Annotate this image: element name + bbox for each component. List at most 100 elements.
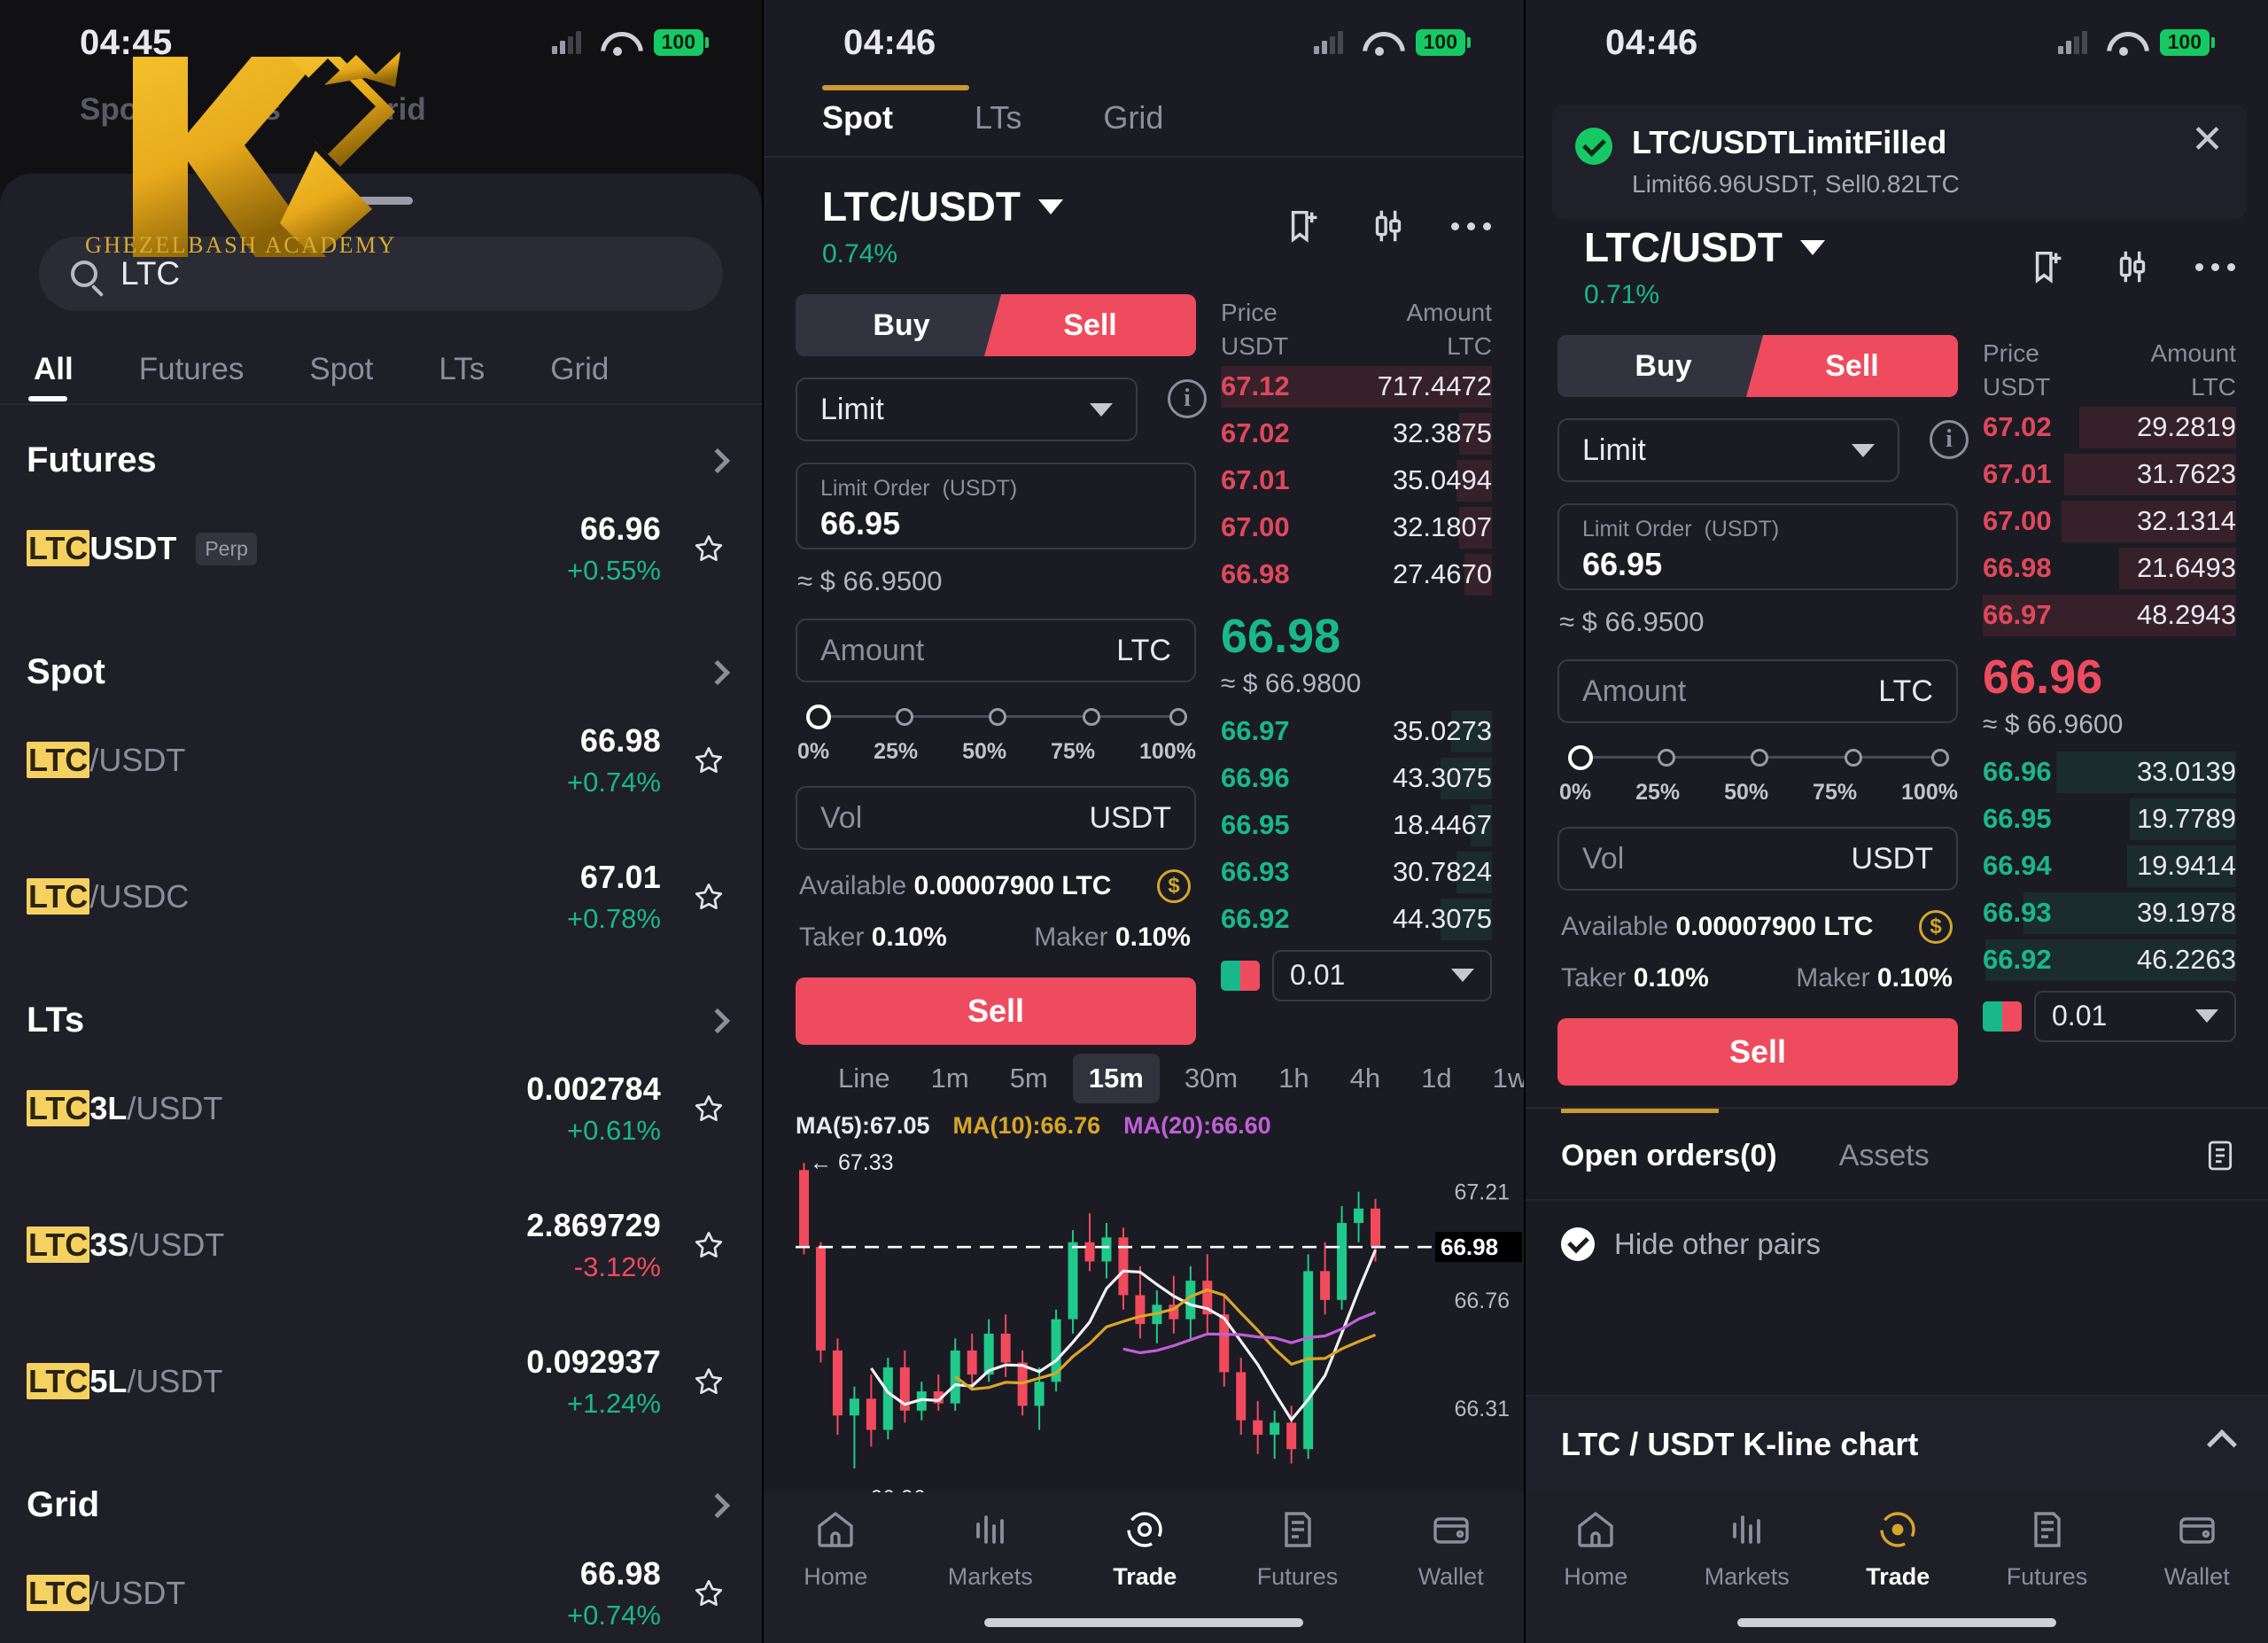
slider-tick-100[interactable] xyxy=(1931,749,1949,767)
tab-lts[interactable]: LTs xyxy=(975,99,1021,156)
transfer-coin-icon[interactable]: $ xyxy=(1157,869,1191,903)
depth-view-icon[interactable] xyxy=(1983,1001,2022,1032)
group-header-spot[interactable]: Spot xyxy=(0,617,762,692)
depth-view-icon[interactable] xyxy=(1221,960,1260,991)
chevron-up-icon[interactable] xyxy=(2207,1429,2237,1460)
bookmark-add-icon[interactable] xyxy=(2029,246,2070,287)
slider-tick-25[interactable] xyxy=(896,708,914,726)
info-icon[interactable]: i xyxy=(1168,379,1207,418)
filter-tab-spot[interactable]: Spot xyxy=(302,352,380,401)
slider-tick-50[interactable] xyxy=(989,708,1007,726)
kline-chart-bar[interactable]: LTC / USDT K-line chart xyxy=(1526,1395,2268,1492)
sell-tab[interactable]: Sell xyxy=(984,294,1196,356)
favorite-star-icon[interactable] xyxy=(691,532,726,565)
amount-input[interactable]: Amount LTC xyxy=(796,619,1196,682)
favorite-star-icon[interactable] xyxy=(691,880,726,914)
chevron-right-icon[interactable] xyxy=(704,659,731,685)
limit-price-input[interactable]: Limit Order (USDT) 66.95 xyxy=(1557,503,1958,590)
bid-row[interactable]: 66.96 33.0139 xyxy=(1983,749,2236,796)
nav-wallet[interactable]: Wallet xyxy=(2164,1508,2230,1591)
hide-other-pairs-row[interactable]: Hide other pairs xyxy=(1526,1201,2268,1288)
checkbox-checked-icon[interactable] xyxy=(1561,1227,1595,1261)
slider-handle[interactable] xyxy=(1568,745,1593,770)
more-icon[interactable] xyxy=(2195,246,2236,287)
nav-trade[interactable]: Trade xyxy=(1113,1508,1177,1591)
ask-row[interactable]: 67.02 29.2819 xyxy=(1983,404,2236,451)
tf-1m[interactable]: 1m xyxy=(915,1054,985,1103)
limit-price-input[interactable]: Limit Order (USDT) 66.95 xyxy=(796,463,1196,549)
slider-tick-100[interactable] xyxy=(1169,708,1187,726)
group-header-grid[interactable]: Grid xyxy=(0,1450,762,1525)
group-header-futures[interactable]: Futures xyxy=(0,405,762,480)
bookmark-add-icon[interactable] xyxy=(1285,206,1325,246)
bid-row[interactable]: 66.92 46.2263 xyxy=(1983,937,2236,984)
vol-input[interactable]: Vol USDT xyxy=(796,786,1196,850)
candlestick-icon[interactable] xyxy=(2112,246,2153,287)
ask-row[interactable]: 67.00 32.1807 xyxy=(1221,504,1492,551)
chevron-right-icon[interactable] xyxy=(704,1008,731,1033)
slider-tick-75[interactable] xyxy=(1844,749,1862,767)
bid-row[interactable]: 66.95 19.7789 xyxy=(1983,796,2236,843)
tf-1w[interactable]: 1w xyxy=(1477,1054,1524,1103)
more-icon[interactable] xyxy=(1451,206,1492,246)
transfer-coin-icon[interactable]: $ xyxy=(1919,910,1953,944)
slider-tick-75[interactable] xyxy=(1082,708,1100,726)
chevron-right-icon[interactable] xyxy=(704,1492,731,1518)
filter-tab-grid[interactable]: Grid xyxy=(543,352,616,401)
bid-row[interactable]: 66.97 35.0273 xyxy=(1221,708,1492,755)
tf-1h[interactable]: 1h xyxy=(1262,1054,1324,1103)
ask-row[interactable]: 66.97 48.2943 xyxy=(1983,592,2236,639)
order-type-select[interactable]: Limit xyxy=(1557,418,1899,482)
ask-row[interactable]: 66.98 21.6493 xyxy=(1983,545,2236,592)
order-filled-toast[interactable]: LTC/USDTLimitFilled Limit66.96USDT, Sell… xyxy=(1552,105,2247,220)
nav-futures[interactable]: Futures xyxy=(2007,1508,2087,1591)
sheet-grabber[interactable] xyxy=(349,197,413,205)
ask-row[interactable]: 67.12 717.4472 xyxy=(1221,363,1492,410)
bid-row[interactable]: 66.93 30.7824 xyxy=(1221,849,1492,896)
pair-selector[interactable]: LTC/USDT 0.74% xyxy=(822,183,1064,269)
bid-row[interactable]: 66.96 43.3075 xyxy=(1221,755,1492,802)
bid-row[interactable]: 66.95 18.4467 xyxy=(1221,802,1492,849)
nav-wallet[interactable]: Wallet xyxy=(1418,1508,1484,1591)
ask-row[interactable]: 67.01 35.0494 xyxy=(1221,457,1492,504)
slider-tick-50[interactable] xyxy=(1751,749,1769,767)
tf-1d[interactable]: 1d xyxy=(1405,1054,1467,1103)
filter-tab-lts[interactable]: LTs xyxy=(431,352,492,401)
tab-assets[interactable]: Assets xyxy=(1839,1139,1930,1173)
tf-5m[interactable]: 5m xyxy=(994,1054,1064,1103)
order-history-icon[interactable] xyxy=(2202,1135,2238,1176)
slider-tick-25[interactable] xyxy=(1658,749,1676,767)
tab-open-orders[interactable]: Open orders(0) xyxy=(1561,1139,1777,1173)
bid-row[interactable]: 66.93 39.1978 xyxy=(1983,890,2236,937)
buy-tab[interactable]: Buy xyxy=(796,294,1007,356)
nav-trade[interactable]: Trade xyxy=(1866,1508,1930,1591)
market-list-item[interactable]: LTC/USDT 66.98 +0.74% xyxy=(0,692,762,829)
filter-tab-futures[interactable]: Futures xyxy=(132,352,252,401)
nav-futures[interactable]: Futures xyxy=(1257,1508,1338,1591)
info-icon[interactable]: i xyxy=(1930,420,1969,459)
tf-line[interactable]: Line xyxy=(822,1054,906,1103)
kline-chart[interactable]: 66.9867.2166.7666.3165.85← 67.33← 66.06 xyxy=(764,1147,1524,1528)
bid-row[interactable]: 66.92 44.3075 xyxy=(1221,896,1492,943)
tf-30m[interactable]: 30m xyxy=(1169,1054,1254,1103)
chevron-right-icon[interactable] xyxy=(704,448,731,473)
market-list-item[interactable]: LTC5L/USDT 0.092937 +1.24% xyxy=(0,1313,762,1450)
filter-tab-all[interactable]: All xyxy=(27,352,81,401)
market-list-item[interactable]: LTC3S/USDT 2.869729 -3.12% xyxy=(0,1177,762,1313)
precision-select[interactable]: 0.01 xyxy=(2034,990,2236,1042)
group-header-lts[interactable]: LTs xyxy=(0,965,762,1040)
favorite-star-icon[interactable] xyxy=(691,1228,726,1262)
amount-input[interactable]: Amount LTC xyxy=(1557,659,1958,723)
buy-tab[interactable]: Buy xyxy=(1557,335,1769,397)
ask-row[interactable]: 67.02 32.3875 xyxy=(1221,410,1492,457)
precision-select[interactable]: 0.01 xyxy=(1272,949,1492,1001)
favorite-star-icon[interactable] xyxy=(691,744,726,777)
pair-selector[interactable]: LTC/USDT 0.71% xyxy=(1584,223,1826,310)
order-type-select[interactable]: Limit xyxy=(796,378,1138,441)
favorite-star-icon[interactable] xyxy=(691,1365,726,1398)
nav-home[interactable]: Home xyxy=(804,1508,867,1591)
tf-4h[interactable]: 4h xyxy=(1334,1054,1396,1103)
ask-row[interactable]: 67.00 32.1314 xyxy=(1983,498,2236,545)
amount-slider[interactable] xyxy=(1568,745,1949,770)
ask-row[interactable]: 67.01 31.7623 xyxy=(1983,451,2236,498)
